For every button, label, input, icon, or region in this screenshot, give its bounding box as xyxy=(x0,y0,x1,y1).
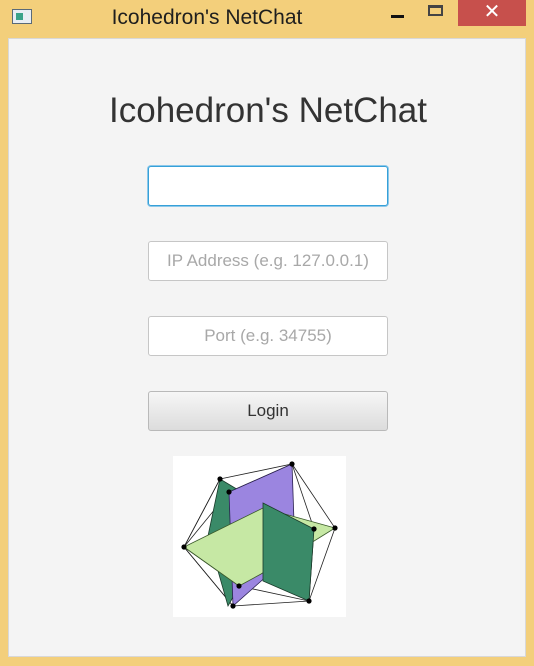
username-input[interactable] xyxy=(148,166,388,206)
login-button[interactable]: Login xyxy=(148,391,388,431)
maximize-button[interactable] xyxy=(421,0,451,26)
close-icon: ✕ xyxy=(483,1,501,23)
title-bar[interactable]: Icohedron's NetChat ✕ xyxy=(0,0,534,38)
icosahedron-logo xyxy=(173,456,346,617)
window-title: Icohedron's NetChat xyxy=(111,6,303,29)
port-input[interactable] xyxy=(148,316,388,356)
page-title: Icohedron's NetChat xyxy=(109,91,427,130)
ip-address-input[interactable] xyxy=(148,241,388,281)
close-button[interactable]: ✕ xyxy=(458,0,526,26)
icosahedron-logo-icon xyxy=(181,461,338,609)
login-panel: Icohedron's NetChat Login xyxy=(8,38,526,657)
minimize-button[interactable] xyxy=(383,0,413,26)
green-plane-right xyxy=(262,502,315,602)
